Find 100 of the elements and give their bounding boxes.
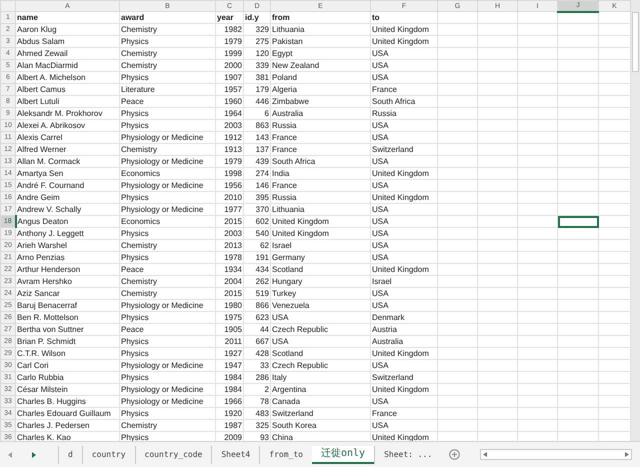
table-cell: 2004 (216, 276, 244, 288)
column-title: award (120, 12, 216, 24)
table-cell: Chemistry (120, 420, 216, 432)
table-cell: USA (370, 420, 438, 432)
sheet-tab[interactable]: Sheet4 (211, 446, 260, 464)
table-cell: Chemistry (120, 276, 216, 288)
table-cell: USA (370, 252, 438, 264)
table-cell: Switzerland (370, 144, 438, 156)
table-cell: USA (370, 228, 438, 240)
table-cell: Physics (120, 120, 216, 132)
table-cell: Physiology or Medicine (120, 300, 216, 312)
cell-cursor[interactable] (558, 216, 598, 228)
table-cell: Peace (120, 324, 216, 336)
table-cell: 78 (244, 396, 270, 408)
table-cell: César Milstein (16, 384, 120, 396)
table-cell: Albert Lutuli (16, 96, 120, 108)
table-cell: Allan M. Cormack (16, 156, 120, 168)
table-cell: 519 (244, 288, 270, 300)
table-cell: Abdus Salam (16, 36, 120, 48)
table-cell: 6 (244, 108, 270, 120)
table-cell: 1984 (216, 384, 244, 396)
scroll-left-icon[interactable] (483, 452, 488, 457)
table-cell: 33 (244, 360, 270, 372)
table-cell: Alfred Werner (16, 144, 120, 156)
table-cell: 286 (244, 372, 270, 384)
table-cell: Russia (270, 120, 370, 132)
table-cell: Austria (370, 324, 438, 336)
table-cell: Denmark (370, 312, 438, 324)
table-cell: USA (370, 360, 438, 372)
table-cell: Arno Penzias (16, 252, 120, 264)
table-cell: 1966 (216, 396, 244, 408)
table-cell: Albert Camus (16, 84, 120, 96)
table-cell: Canada (270, 396, 370, 408)
table-cell: 1982 (216, 24, 244, 36)
table-cell: 1960 (216, 96, 244, 108)
table-cell: 1979 (216, 36, 244, 48)
column-title: year (216, 12, 244, 24)
table-cell: 439 (244, 156, 270, 168)
table-cell: Lithuania (270, 204, 370, 216)
vertical-scrollbar[interactable] (631, 0, 640, 441)
table-cell: 179 (244, 84, 270, 96)
table-cell: Economics (120, 168, 216, 180)
table-cell: 2013 (216, 240, 244, 252)
horizontal-scrollbar[interactable] (480, 449, 632, 460)
table-cell: 2000 (216, 60, 244, 72)
scroll-right-icon[interactable] (625, 452, 629, 457)
table-cell: Literature (120, 84, 216, 96)
previous-sheet-icon[interactable] (8, 452, 13, 458)
table-cell: 1957 (216, 84, 244, 96)
table-cell: Economics (120, 216, 216, 228)
table-cell: Alexis Carrel (16, 132, 120, 144)
table-cell: 191 (244, 252, 270, 264)
table-cell: 262 (244, 276, 270, 288)
sheet-tab[interactable]: country (82, 446, 135, 464)
table-cell: United Kingdom (370, 24, 438, 36)
table-cell: 274 (244, 168, 270, 180)
table-cell: Physics (120, 336, 216, 348)
table-cell: Physics (120, 108, 216, 120)
next-sheet-icon[interactable] (31, 452, 36, 458)
table-cell: USA (370, 132, 438, 144)
table-cell: USA (270, 312, 370, 324)
scroll-thumb[interactable] (632, 12, 639, 72)
table-cell: South Africa (370, 96, 438, 108)
table-cell: 446 (244, 96, 270, 108)
table-cell: Scotland (270, 264, 370, 276)
table-cell: Carlo Rubbia (16, 372, 120, 384)
table-cell: United Kingdom (370, 348, 438, 360)
table-cell: 120 (244, 48, 270, 60)
table-cell: Physics (120, 252, 216, 264)
table-cell: Physiology or Medicine (120, 156, 216, 168)
table-cell: USA (370, 120, 438, 132)
table-cell: Algeria (270, 84, 370, 96)
table-cell: Albert A. Michelson (16, 72, 120, 84)
table-cell: United Kingdom (370, 36, 438, 48)
table-cell: André F. Cournand (16, 180, 120, 192)
table-cell: 1987 (216, 420, 244, 432)
table-cell: 44 (244, 324, 270, 336)
table-cell: Czech Republic (270, 360, 370, 372)
table-cell: India (270, 168, 370, 180)
table-cell: Lithuania (270, 24, 370, 36)
table-cell: 395 (244, 192, 270, 204)
table-cell: Bertha von Suttner (16, 324, 120, 336)
sheet-tab[interactable]: country_code (134, 446, 212, 464)
table-cell: USA (270, 336, 370, 348)
column-title: id.y (244, 12, 270, 24)
add-sheet-icon[interactable] (449, 449, 460, 460)
table-cell: USA (370, 204, 438, 216)
sheet-tab[interactable]: 迁徙only (312, 446, 374, 464)
sheet-tab[interactable]: d (58, 446, 82, 464)
table-cell: 1980 (216, 300, 244, 312)
column-title: from (270, 12, 370, 24)
table-cell: Ahmed Zewail (16, 48, 120, 60)
table-cell: Chemistry (120, 240, 216, 252)
table-cell: Aziz Sancar (16, 288, 120, 300)
sheet-tab[interactable]: Sheet: ... (374, 446, 442, 464)
table-cell: 339 (244, 60, 270, 72)
table-cell: Australia (270, 108, 370, 120)
table-cell: 2 (244, 384, 270, 396)
table-cell: Amartya Sen (16, 168, 120, 180)
table-cell: Italy (270, 372, 370, 384)
